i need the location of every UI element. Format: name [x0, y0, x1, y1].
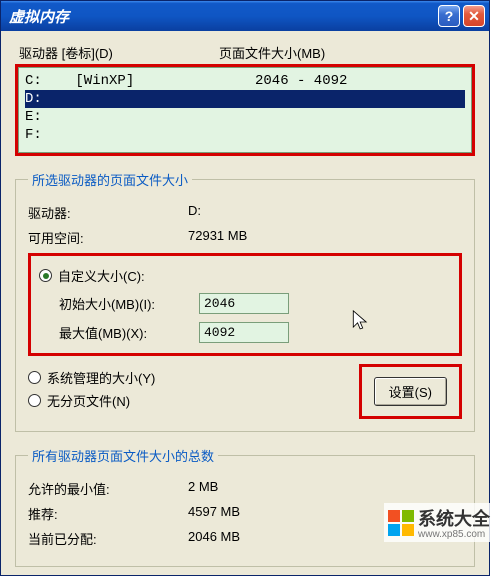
- drive-row-d[interactable]: D:: [25, 90, 465, 108]
- radio-icon: [28, 394, 41, 407]
- drive-row-f[interactable]: F:: [25, 126, 465, 144]
- radio-no-paging[interactable]: 无分页文件(N): [28, 391, 349, 410]
- header-drive: 驱动器 [卷标](D): [19, 43, 219, 62]
- window-title: 虚拟内存: [9, 6, 438, 27]
- free-space-label: 可用空间:: [28, 228, 188, 247]
- radio-icon-checked: [39, 269, 52, 282]
- radio-system-label: 系统管理的大小(Y): [47, 368, 155, 387]
- free-space-value: 72931 MB: [188, 228, 462, 247]
- close-button[interactable]: ✕: [463, 5, 485, 27]
- drive-list[interactable]: C: [WinXP] 2046 - 4092 D: E: F:: [18, 67, 472, 153]
- selected-drive-group: 所选驱动器的页面文件大小 驱动器: D: 可用空间: 72931 MB 自定义大…: [15, 170, 475, 432]
- custom-size-highlight: 自定义大小(C): 初始大小(MB)(I): 最大值(MB)(X):: [28, 253, 462, 356]
- watermark-url: www.xp85.com: [418, 529, 490, 540]
- watermark: 系统大全 www.xp85.com: [384, 503, 494, 542]
- selected-drive-legend: 所选驱动器的页面文件大小: [28, 170, 192, 189]
- initial-size-label: 初始大小(MB)(I):: [59, 294, 199, 313]
- initial-size-input[interactable]: [199, 293, 289, 314]
- max-size-label: 最大值(MB)(X):: [59, 323, 199, 342]
- drive-row-c[interactable]: C: [WinXP] 2046 - 4092: [25, 72, 465, 90]
- min-label: 允许的最小值:: [28, 479, 188, 498]
- radio-custom-label: 自定义大小(C):: [58, 266, 145, 285]
- radio-system-managed[interactable]: 系统管理的大小(Y): [28, 368, 349, 387]
- min-value: 2 MB: [188, 479, 462, 498]
- drive-row-e[interactable]: E:: [25, 108, 465, 126]
- virtual-memory-dialog: 虚拟内存 ? ✕ 驱动器 [卷标](D) 页面文件大小(MB) C: [WinX…: [0, 0, 490, 576]
- header-pagefile: 页面文件大小(MB): [219, 43, 471, 62]
- set-button[interactable]: 设置(S): [374, 377, 447, 406]
- radio-custom-size[interactable]: 自定义大小(C):: [39, 266, 451, 285]
- close-icon: ✕: [468, 8, 480, 25]
- watermark-text: 系统大全: [418, 509, 490, 529]
- rec-label: 推荐:: [28, 504, 188, 523]
- help-button[interactable]: ?: [438, 5, 460, 27]
- titlebar[interactable]: 虚拟内存 ? ✕: [1, 1, 489, 31]
- max-size-input[interactable]: [199, 322, 289, 343]
- drive-list-highlight: C: [WinXP] 2046 - 4092 D: E: F:: [15, 64, 475, 156]
- total-pagefile-legend: 所有驱动器页面文件大小的总数: [28, 446, 218, 465]
- drive-value: D:: [188, 203, 462, 222]
- radio-icon: [28, 371, 41, 384]
- cur-label: 当前已分配:: [28, 529, 188, 548]
- drive-label: 驱动器:: [28, 203, 188, 222]
- set-button-highlight: 设置(S): [359, 364, 462, 419]
- watermark-logo-icon: [388, 510, 414, 536]
- radio-none-label: 无分页文件(N): [47, 391, 130, 410]
- drive-list-header: 驱动器 [卷标](D) 页面文件大小(MB): [15, 43, 475, 64]
